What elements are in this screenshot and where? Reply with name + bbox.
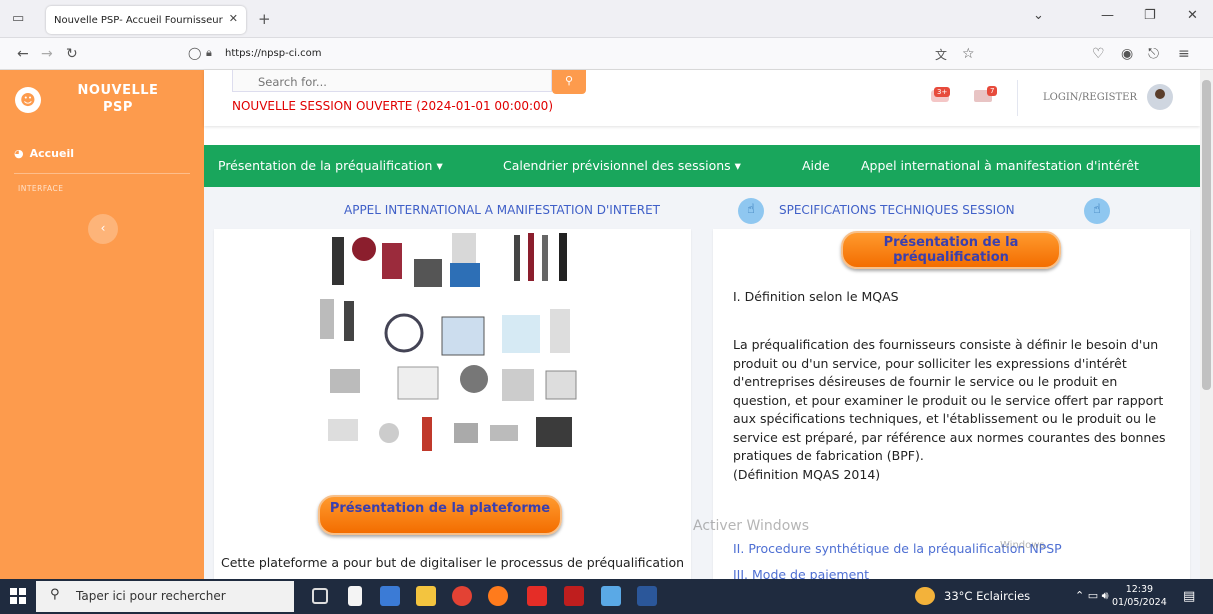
- shield-icon[interactable]: ◯: [188, 46, 201, 60]
- windows-start-icon[interactable]: [10, 588, 26, 604]
- browser-tab[interactable]: Nouvelle PSP- Accueil Fournisseur ✕: [46, 6, 246, 34]
- filezilla-icon[interactable]: [564, 586, 584, 606]
- menu-aide[interactable]: Aide: [802, 158, 830, 173]
- medical-devices-image: [320, 233, 577, 451]
- menu-appel[interactable]: Appel international à manifestation d'in…: [861, 158, 1139, 173]
- taskbar-search-placeholder: Taper ici pour rechercher: [76, 589, 226, 603]
- main-menu: Présentation de la préqualification ▾ Ca…: [204, 145, 1200, 187]
- close-window-button[interactable]: ✕: [1187, 8, 1198, 23]
- scrollbar-thumb[interactable]: [1202, 80, 1211, 390]
- pointing-hand-icon[interactable]: ☝: [738, 198, 764, 224]
- definition-source: (Définition MQAS 2014): [733, 466, 881, 482]
- sidebar-item-accueil[interactable]: ◕ Accueil: [14, 147, 74, 160]
- definition-title: I. Définition selon le MQAS: [733, 289, 899, 304]
- brand-name[interactable]: NOUVELLE PSP: [68, 82, 168, 116]
- extensions-icon[interactable]: ⎋: [1148, 46, 1159, 62]
- alerts-badge: 3+: [934, 87, 951, 97]
- restore-button[interactable]: ❐: [1144, 8, 1156, 23]
- task-view-icon[interactable]: [312, 588, 328, 604]
- chevron-down-icon[interactable]: ⌄: [1033, 8, 1044, 23]
- topbar: ⚲ NOUVELLE SESSION OUVERTE (2024-01-01 0…: [204, 70, 1200, 126]
- search-input[interactable]: [232, 70, 552, 92]
- sidebar-divider: [14, 173, 190, 174]
- taskbar-search-input[interactable]: ⚲ Taper ici pour rechercher: [36, 581, 294, 612]
- appel-link[interactable]: APPEL INTERNATIONAL A MANIFESTATION D'IN…: [344, 203, 660, 217]
- tab-title: Nouvelle PSP- Accueil Fournisseur: [54, 14, 223, 26]
- prequalification-card: Présentation de la préqualification I. D…: [713, 229, 1190, 589]
- menu-presentation[interactable]: Présentation de la préqualification ▾: [218, 158, 443, 173]
- reload-icon[interactable]: ↻: [66, 46, 78, 62]
- file-explorer-icon[interactable]: [416, 586, 436, 606]
- new-tab-button[interactable]: +: [258, 10, 271, 28]
- chrome-icon[interactable]: [452, 586, 472, 606]
- dashboard-icon: ◕: [14, 147, 24, 160]
- sidebar-item-label: Accueil: [29, 147, 74, 160]
- messages-badge: 7: [987, 86, 998, 96]
- specs-link[interactable]: SPECIFICATIONS TECHNIQUES SESSION: [779, 203, 1015, 217]
- translate-icon[interactable]: 文: [935, 46, 947, 63]
- back-icon[interactable]: ←: [17, 46, 29, 62]
- login-register-link[interactable]: LOGIN/REGISTER: [1043, 92, 1137, 103]
- menu-icon[interactable]: ≡: [1178, 46, 1190, 62]
- app-cube-icon[interactable]: [601, 586, 621, 606]
- store-icon[interactable]: [380, 586, 400, 606]
- notification-icon[interactable]: ▤: [1183, 589, 1195, 604]
- url-bar[interactable]: https://npsp-ci.com: [225, 48, 322, 59]
- minimize-button[interactable]: —: [1101, 8, 1114, 23]
- topbar-divider: [1017, 80, 1018, 116]
- presentation-prequalification-button[interactable]: Présentation de la préqualification: [841, 231, 1061, 269]
- session-message: NOUVELLE SESSION OUVERTE (2024-01-01 00:…: [232, 99, 553, 113]
- presentation-plateforme-button[interactable]: Présentation de la plateforme: [318, 495, 562, 535]
- search-icon: ⚲: [50, 587, 60, 602]
- definition-text: La préqualification des fournisseurs con…: [733, 337, 1166, 463]
- weather-text[interactable]: 33°C Eclaircies: [944, 589, 1030, 603]
- avatar[interactable]: [1147, 84, 1173, 110]
- clock[interactable]: 12:39 01/05/2024: [1112, 583, 1167, 609]
- presentation-card: Présentation de la plateforme Cette plat…: [214, 229, 691, 589]
- search-icon: ⚲: [564, 74, 574, 87]
- lock-icon[interactable]: 🔒︎: [206, 46, 212, 60]
- close-tab-icon[interactable]: ✕: [229, 12, 238, 25]
- account-icon[interactable]: ◉: [1121, 46, 1133, 62]
- smile-logo-icon: ☻: [15, 87, 41, 113]
- definition-body: La préqualification des fournisseurs con…: [733, 336, 1173, 484]
- sidebar: ☻ NOUVELLE PSP ◕ Accueil INTERFACE ‹: [0, 70, 204, 579]
- pointing-hand-icon[interactable]: ☝: [1084, 198, 1110, 224]
- firefox-icon[interactable]: [488, 586, 508, 606]
- bookmark-star-icon[interactable]: ☆: [962, 46, 975, 62]
- menu-calendrier[interactable]: Calendrier prévisionnel des sessions ▾: [503, 158, 741, 173]
- activation-watermark-sub: Windows.: [1000, 540, 1048, 551]
- file-icon[interactable]: [348, 586, 362, 606]
- links-row: APPEL INTERNATIONAL A MANIFESTATION D'IN…: [204, 195, 1200, 225]
- tab-list-icon[interactable]: ▭: [12, 11, 24, 26]
- browser-nav-bar: ← → ↻ ◯ 🔒︎ https://npsp-ci.com 文 ☆ ♡ ◉ ⎋…: [0, 38, 1213, 70]
- word-icon[interactable]: [637, 586, 657, 606]
- forward-icon[interactable]: →: [41, 46, 53, 62]
- weather-icon[interactable]: [915, 587, 935, 605]
- youtube-icon[interactable]: [527, 586, 547, 606]
- clock-time: 12:39: [1125, 584, 1154, 595]
- sidebar-toggle-button[interactable]: ‹: [88, 214, 118, 244]
- search-button[interactable]: ⚲: [552, 70, 586, 94]
- plateforme-description: Cette plateforme a pour but de digitalis…: [220, 555, 685, 570]
- windows-taskbar: ⚲ Taper ici pour rechercher 33°C Eclairc…: [0, 579, 1213, 614]
- clock-date: 01/05/2024: [1112, 597, 1167, 608]
- browser-tab-bar: ▭ Nouvelle PSP- Accueil Fournisseur ✕ + …: [0, 0, 1213, 38]
- pocket-icon[interactable]: ♡: [1092, 46, 1105, 62]
- activation-watermark: Activer Windows: [693, 518, 810, 534]
- system-tray-icons[interactable]: ⌃ ▭ 🔊︎: [1075, 589, 1109, 603]
- sidebar-heading: INTERFACE: [18, 184, 64, 193]
